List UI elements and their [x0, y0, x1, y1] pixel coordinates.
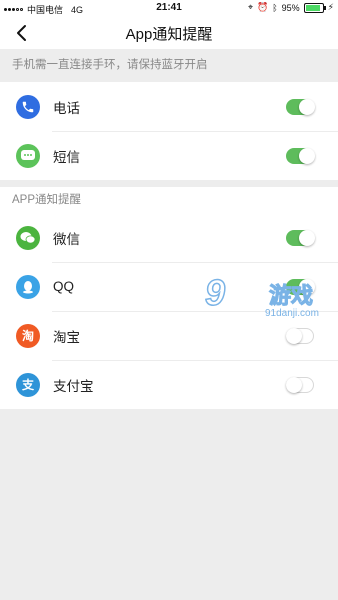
wechat-icon: [16, 225, 40, 250]
charging-icon: ⚡: [327, 2, 334, 12]
status-bar: 中国电信 4G 21:41 ⌖ ⏰ ᛒ 95% ⚡: [0, 0, 338, 17]
sms-toggle[interactable]: [286, 147, 315, 164]
row-label: 支付宝: [53, 378, 94, 394]
list-item-alipay: 支 支付宝: [0, 360, 338, 409]
taobao-icon: 淘: [16, 323, 40, 348]
row-label: 电话: [53, 100, 80, 116]
alarm-icon: ⏰: [257, 2, 269, 12]
location-icon: ⌖: [247, 2, 254, 12]
app-notification-header: APP通知提醒: [0, 180, 338, 213]
list-item-taobao: 淘 淘宝: [0, 311, 338, 360]
back-icon[interactable]: [12, 23, 32, 43]
app-notification-list: 微信 QQ 淘 淘宝 支 支付宝: [0, 213, 338, 409]
alipay-icon: 支: [16, 372, 40, 397]
battery-icon: [303, 2, 326, 13]
nav-bar: App通知提醒: [0, 17, 338, 49]
row-label: QQ: [53, 279, 75, 294]
list-item-sms: 短信: [0, 131, 338, 180]
system-notification-list: 电话 短信: [0, 82, 338, 180]
phone-toggle[interactable]: [286, 98, 315, 115]
row-label: 微信: [53, 231, 80, 247]
wechat-toggle[interactable]: [286, 229, 315, 246]
phone-icon: [16, 94, 40, 119]
list-item-qq: QQ: [0, 262, 338, 311]
list-item-wechat: 微信: [0, 213, 338, 262]
row-label: 淘宝: [53, 329, 80, 345]
bluetooth-notice: 手机需一直连接手环，请保持蓝牙开启: [0, 49, 338, 82]
taobao-toggle[interactable]: [286, 327, 314, 344]
alipay-toggle[interactable]: [286, 376, 314, 393]
qq-toggle[interactable]: [286, 278, 315, 295]
message-icon: [16, 143, 40, 168]
battery-percent: 95%: [281, 2, 300, 13]
page-title: App通知提醒: [125, 25, 213, 43]
row-label: 短信: [53, 149, 80, 165]
qq-icon: [16, 274, 40, 299]
list-item-phone: 电话: [0, 82, 338, 131]
bluetooth-icon: ᛒ: [272, 2, 278, 13]
